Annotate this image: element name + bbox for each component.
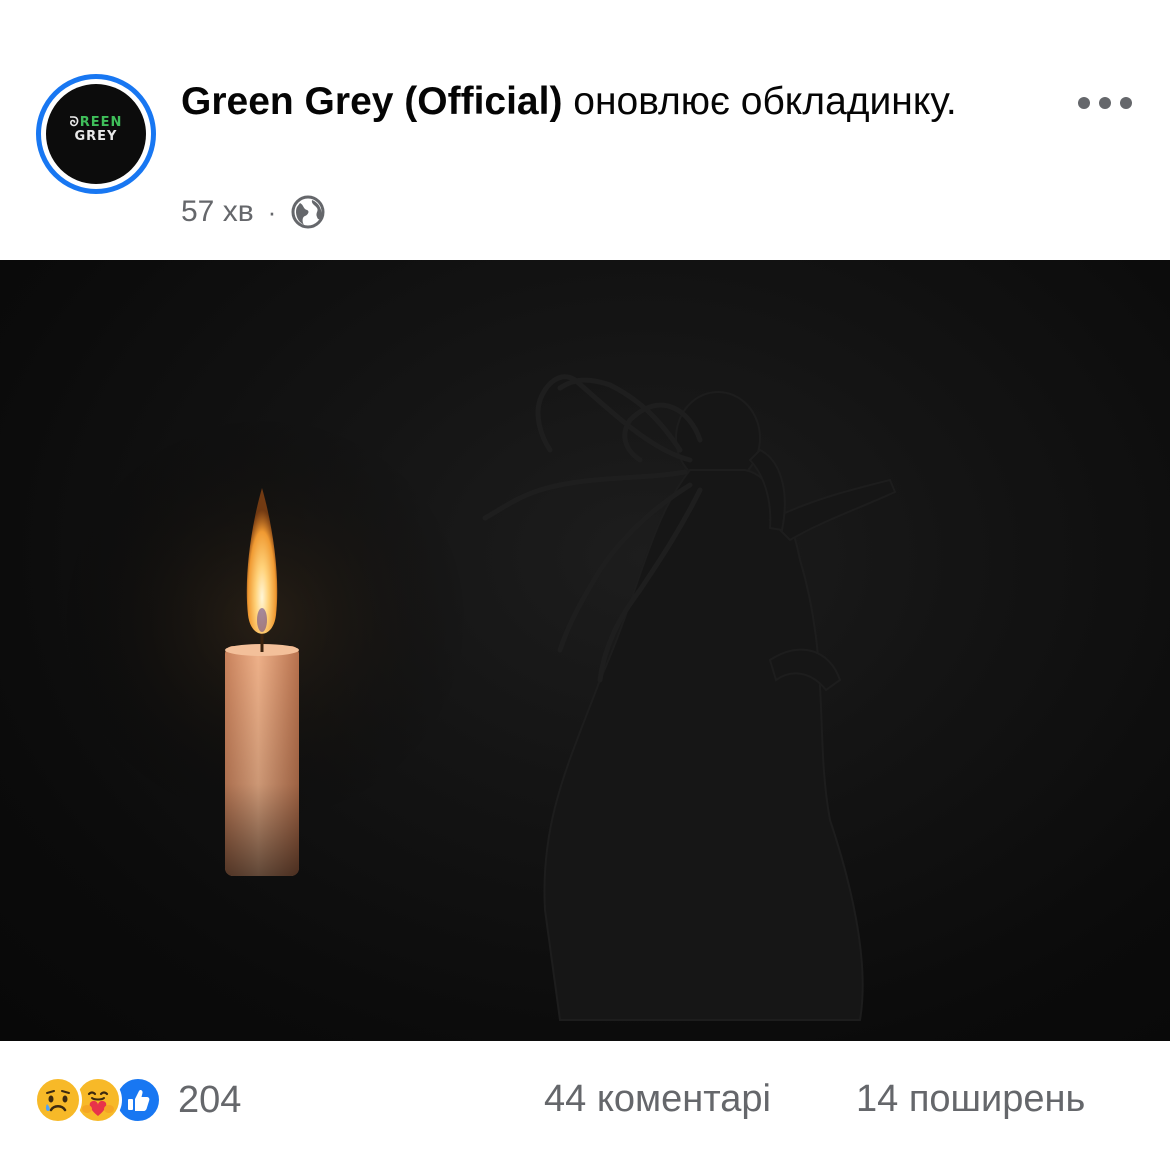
- more-options-icon[interactable]: [1078, 90, 1132, 116]
- sad-reaction-icon: [34, 1076, 82, 1124]
- meta-separator: ·: [267, 196, 277, 227]
- cover-photo[interactable]: [0, 260, 1170, 1041]
- post-meta: 57 хв ·: [181, 192, 326, 232]
- post-timestamp[interactable]: 57 хв: [181, 195, 254, 229]
- menu-dot: [1078, 97, 1090, 109]
- logo-word-grey: GREY: [74, 129, 118, 144]
- post-footer: 204 44 коментарі 14 поширень: [0, 1060, 1170, 1140]
- profile-avatar[interactable]: ᘐREEN GREY: [36, 74, 156, 194]
- author-name[interactable]: Green Grey (Official): [181, 80, 562, 123]
- globe-icon[interactable]: [290, 194, 326, 230]
- feed-post: ᘐREEN GREY Green Grey (Official) оновлює…: [0, 0, 1170, 1165]
- menu-dot: [1120, 97, 1132, 109]
- menu-dot: [1099, 97, 1111, 109]
- logo-word-green: REEN: [79, 115, 123, 130]
- avatar-logo-text: ᘐREEN GREY: [46, 116, 146, 144]
- logo-letter: ᘐ: [69, 115, 80, 130]
- post-action-text: оновлює обкладинку.: [573, 80, 957, 123]
- avatar-logo: ᘐREEN GREY: [46, 84, 146, 184]
- shares-count-link[interactable]: 14 поширень: [856, 1078, 1085, 1121]
- reaction-summary[interactable]: 204: [34, 1074, 241, 1126]
- post-headline: Green Grey (Official) оновлює обкладинку…: [181, 72, 1001, 132]
- reaction-count: 204: [178, 1078, 242, 1121]
- comments-count-link[interactable]: 44 коментарі: [544, 1078, 771, 1121]
